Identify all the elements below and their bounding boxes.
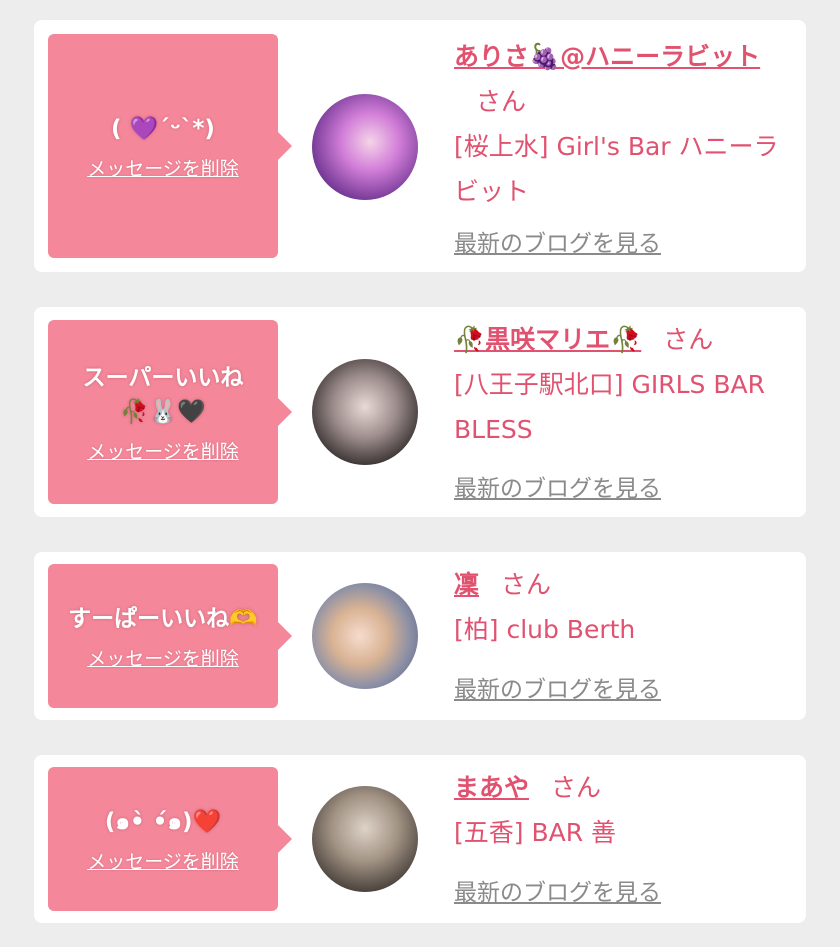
shop-name: [桜上水] Girl's Bar ハニーラビット [454,132,779,206]
message-card: すーぱーいいね🫶 メッセージを削除 凜さん [柏] club Berth 最新の… [34,552,806,720]
latest-blog-link[interactable]: 最新のブログを見る [454,224,661,258]
cast-name-link[interactable]: まあや [454,773,529,802]
shop-name: [柏] club Berth [454,615,636,644]
shop-name: [五香] BAR 善 [454,818,617,847]
message-bubble: ( 💜ˊᵕˋ*) メッセージを削除 [48,34,292,258]
message-bubble: すーぱーいいね🫶 メッセージを削除 [48,564,292,708]
message-card: (๑•̀ •́๑)❤️ メッセージを削除 まあや さん [五香] BAR 善 最新… [34,755,806,923]
message-emoji: 🥀🐰🖤 [120,398,206,425]
cast-name-link[interactable]: 🥀黒咲マリエ🥀 [454,325,641,354]
delete-message-link[interactable]: メッセージを削除 [87,437,239,464]
avatar[interactable] [312,359,418,465]
delete-message-link[interactable]: メッセージを削除 [87,847,239,874]
avatar[interactable] [312,583,418,689]
cast-info: 凜さん [柏] club Berth [454,562,794,652]
honorific: さん [501,570,552,599]
message-text: (๑•̀ •́๑)❤️ [104,808,222,835]
cast-info: まあや さん [五香] BAR 善 [454,765,794,855]
message-text: スーパーいいね [82,364,244,391]
cast-name-link[interactable]: 凜 [454,570,479,599]
honorific: さん [663,325,714,354]
message-card: ( 💜ˊᵕˋ*) メッセージを削除 ありさ🍇@ハニーラビットさん [桜上水] G… [34,20,806,272]
honorific: さん [476,87,527,116]
message-text: すーぱーいいね🫶 [68,605,258,632]
cast-info: 🥀黒咲マリエ🥀 さん [八王子駅北口] GIRLS BAR BLESS [454,317,794,452]
avatar[interactable] [312,94,418,200]
cast-info: ありさ🍇@ハニーラビットさん [桜上水] Girl's Bar ハニーラビット [454,34,794,214]
latest-blog-link[interactable]: 最新のブログを見る [454,873,661,907]
honorific: さん [551,773,602,802]
shop-name: [八王子駅北口] GIRLS BAR BLESS [454,370,765,444]
avatar[interactable] [312,786,418,892]
cast-name-link[interactable]: ありさ🍇@ハニーラビット [454,42,760,71]
message-text: ( 💜ˊᵕˋ*) [111,115,215,142]
latest-blog-link[interactable]: 最新のブログを見る [454,670,661,704]
message-card: スーパーいいね 🥀🐰🖤 メッセージを削除 🥀黒咲マリエ🥀 さん [八王子駅北口] … [34,307,806,517]
latest-blog-link[interactable]: 最新のブログを見る [454,469,661,503]
delete-message-link[interactable]: メッセージを削除 [87,644,239,671]
delete-message-link[interactable]: メッセージを削除 [87,154,239,181]
message-bubble: (๑•̀ •́๑)❤️ メッセージを削除 [48,767,292,911]
message-bubble: スーパーいいね 🥀🐰🖤 メッセージを削除 [48,320,292,504]
